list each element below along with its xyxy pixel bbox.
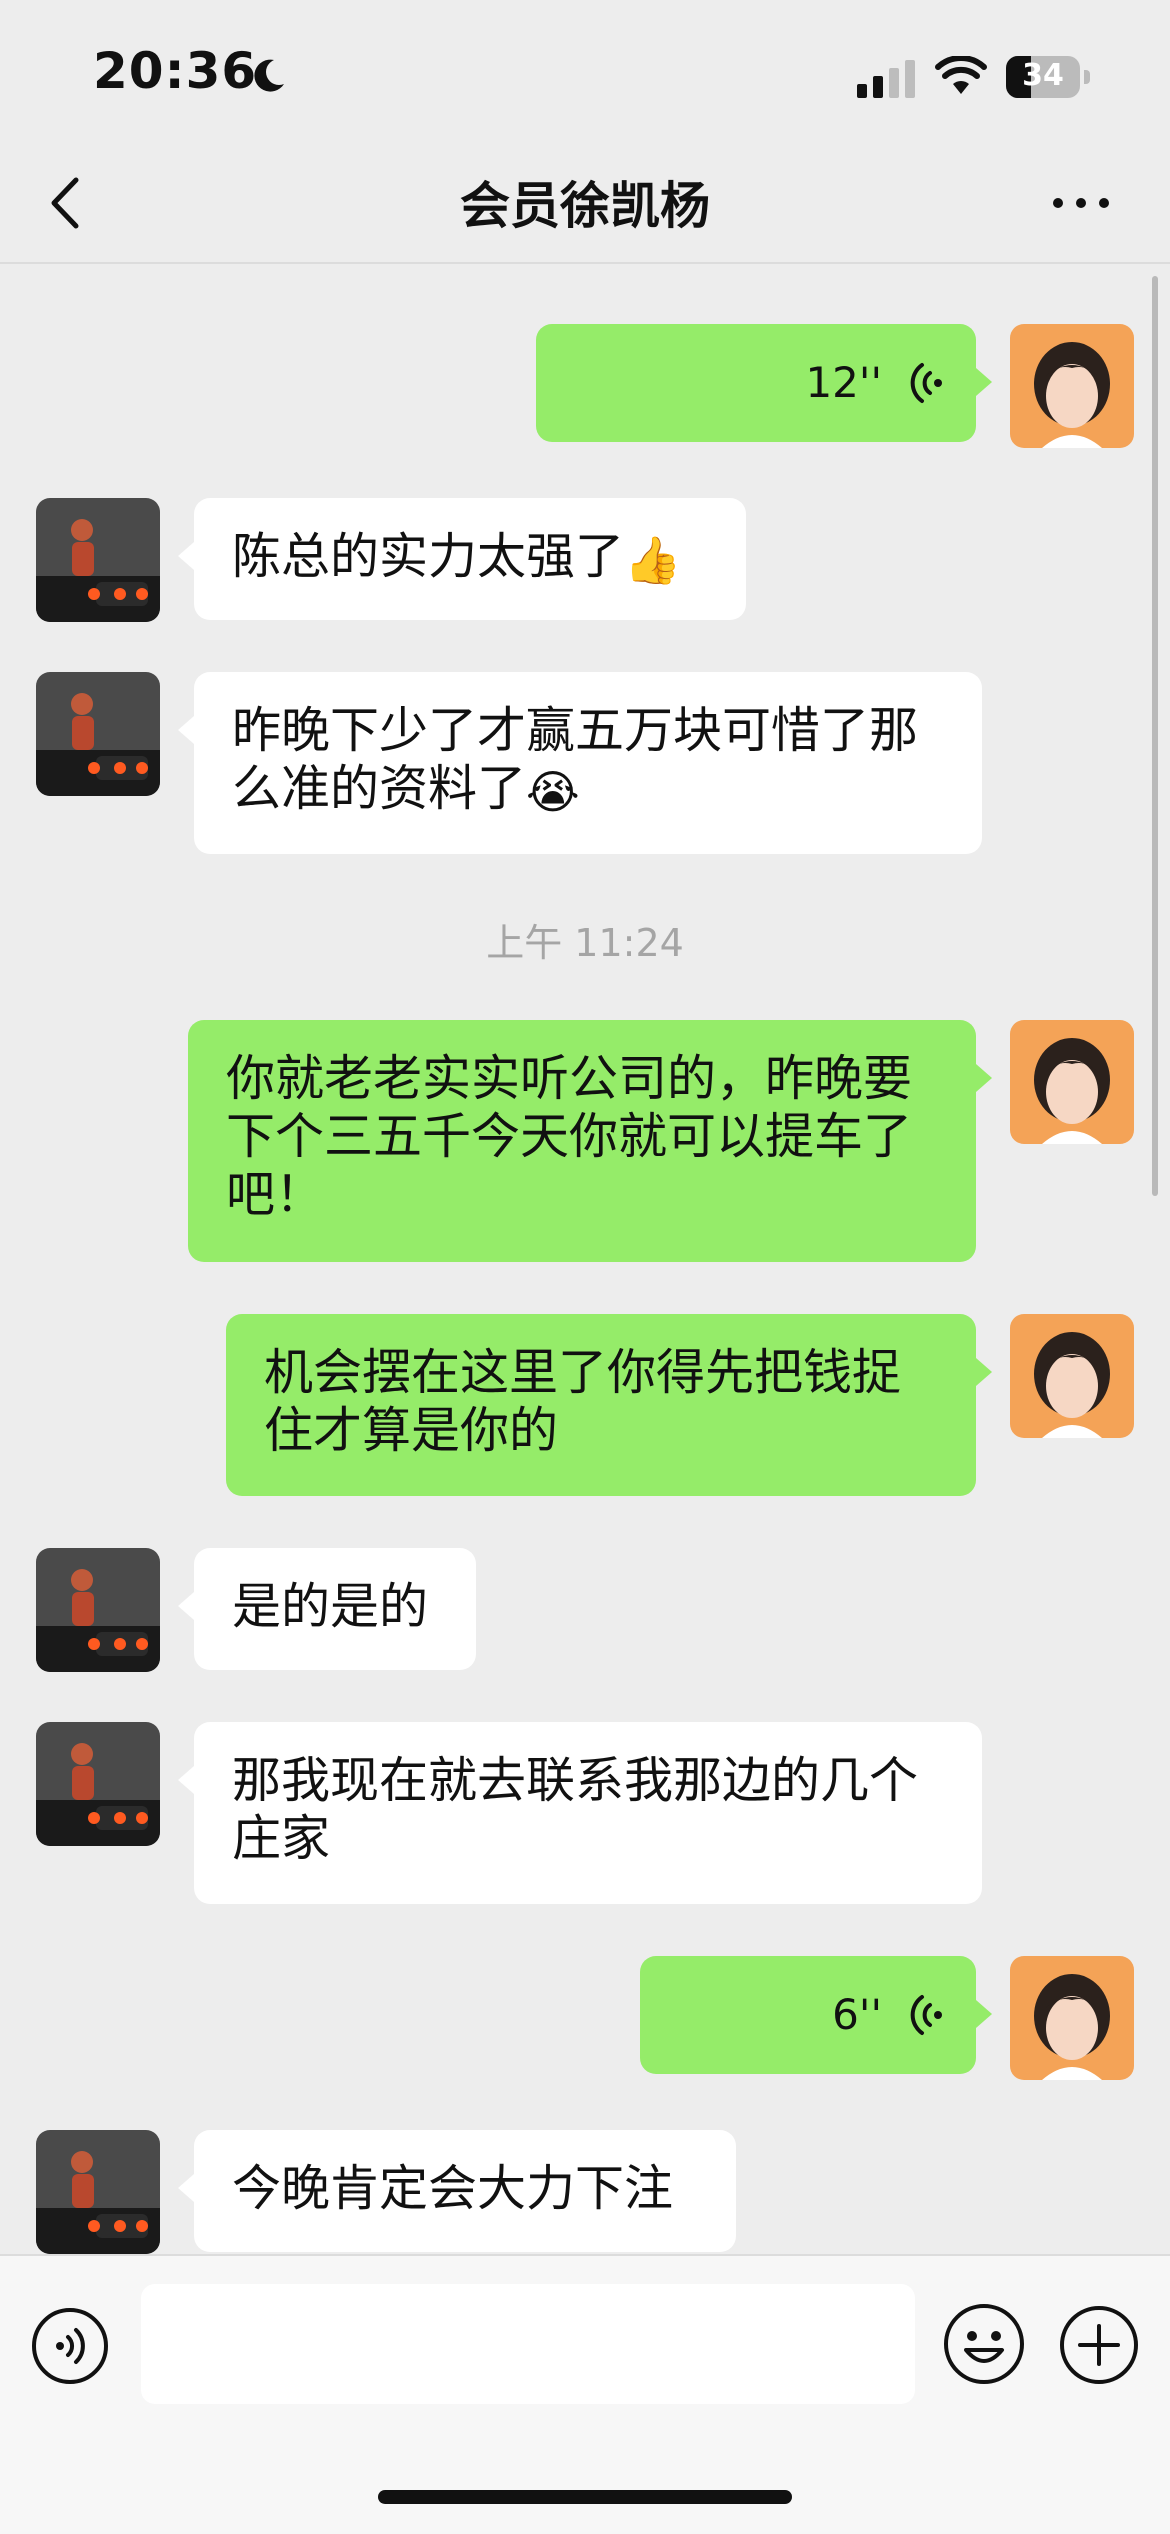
scrollbar[interactable] bbox=[1152, 276, 1158, 1196]
voice-duration: 12'' bbox=[805, 358, 882, 407]
voice-mode-icon[interactable] bbox=[30, 2306, 110, 2386]
chat-header: 会员徐凯杨 bbox=[0, 150, 1170, 264]
my-avatar[interactable] bbox=[1010, 324, 1134, 448]
plus-icon[interactable] bbox=[1058, 2304, 1140, 2386]
cellular-signal-icon bbox=[857, 60, 915, 98]
crying-face-icon: 😭 bbox=[526, 764, 580, 819]
voice-wave-icon bbox=[910, 1995, 942, 2035]
voice-message[interactable]: 6'' bbox=[640, 1956, 992, 2074]
outgoing-message[interactable]: 机会摆在这里了你得先把钱捉住才算是你的 bbox=[226, 1314, 992, 1496]
my-avatar[interactable] bbox=[1010, 1956, 1134, 2080]
chat-title: 会员徐凯杨 bbox=[460, 177, 710, 235]
status-bar: 20:36 34 bbox=[0, 0, 1170, 150]
thumbs-up-icon: 👍 bbox=[624, 532, 682, 587]
contact-avatar[interactable] bbox=[36, 1722, 160, 1846]
message-input[interactable] bbox=[141, 2284, 915, 2404]
voice-wave-icon bbox=[910, 363, 942, 403]
contact-avatar[interactable] bbox=[36, 1548, 160, 1672]
home-indicator[interactable] bbox=[378, 2490, 792, 2504]
incoming-message[interactable]: 今晚肯定会大力下注 bbox=[178, 2130, 736, 2252]
battery-percent: 34 bbox=[1022, 58, 1064, 93]
contact-avatar[interactable] bbox=[36, 498, 160, 622]
more-dots-icon[interactable] bbox=[1046, 178, 1116, 228]
my-avatar[interactable] bbox=[1010, 1314, 1134, 1438]
message-timestamp: 上午 11:24 bbox=[486, 921, 684, 965]
voice-duration: 6'' bbox=[832, 1990, 882, 2039]
status-time: 20:36 bbox=[93, 42, 258, 100]
incoming-message[interactable]: 那我现在就去联系我那边的几个庄家 bbox=[178, 1722, 982, 1904]
incoming-message[interactable]: 陈总的实力太强了👍 bbox=[178, 498, 746, 620]
emoji-icon[interactable] bbox=[942, 2302, 1026, 2386]
incoming-message[interactable]: 是的是的 bbox=[178, 1548, 476, 1670]
voice-message[interactable]: 12'' bbox=[536, 324, 992, 442]
contact-avatar[interactable] bbox=[36, 2130, 160, 2254]
message-text: 陈总的实力太强了 bbox=[232, 528, 625, 585]
message-list[interactable]: 12'' 陈总的实力太强了👍 昨晚下少了才赢五万块可惜了那么准的资料了😭 上午 … bbox=[0, 264, 1170, 2254]
moon-icon bbox=[254, 59, 284, 92]
wifi-icon bbox=[935, 56, 987, 94]
my-avatar[interactable] bbox=[1010, 1020, 1134, 1144]
battery-icon: 34 bbox=[1006, 56, 1092, 98]
contact-avatar[interactable] bbox=[36, 672, 160, 796]
outgoing-message[interactable]: 你就老老实实听公司的，昨晚要下个三五千今天你就可以提车了吧！ bbox=[188, 1020, 992, 1262]
incoming-message[interactable]: 昨晚下少了才赢五万块可惜了那么准的资料了😭 bbox=[178, 672, 982, 854]
